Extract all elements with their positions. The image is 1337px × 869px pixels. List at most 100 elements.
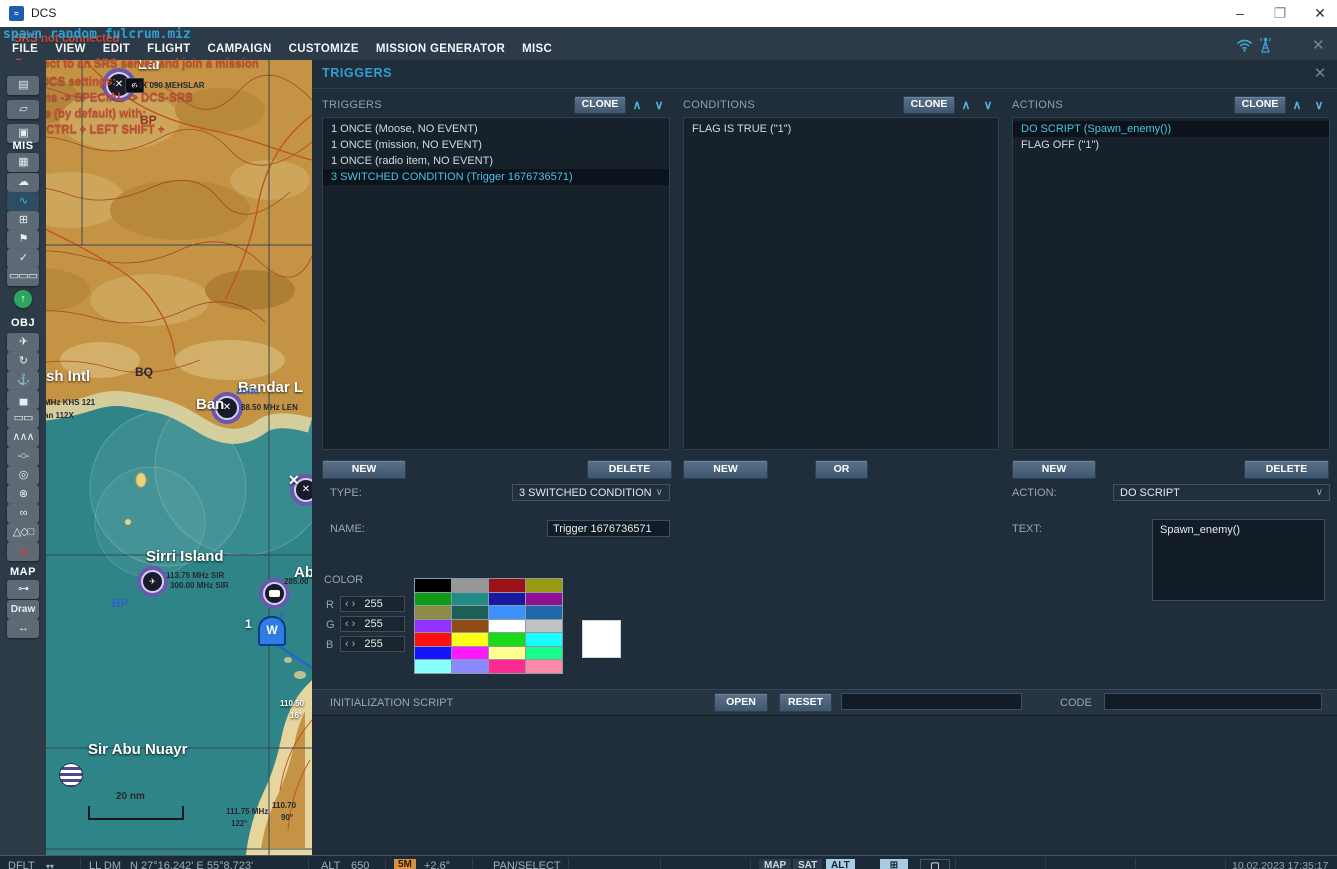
trigger-list-item[interactable]: 1 ONCE (Moose, NO EVENT) — [323, 121, 669, 137]
color-swatch[interactable] — [452, 660, 488, 673]
script-file-input[interactable] — [841, 693, 1022, 710]
linked-group-button[interactable]: ∞ — [7, 504, 39, 523]
menu-mission-generator[interactable]: MISSION GENERATOR — [376, 43, 505, 55]
layer-sat-button[interactable]: SAT — [793, 859, 822, 869]
color-swatch[interactable] — [452, 606, 488, 619]
green-value-stepper[interactable]: ‹ › 255 — [340, 616, 405, 632]
layer-frame-icon[interactable]: ▢ — [920, 859, 950, 869]
menu-flight[interactable]: FLIGHT — [147, 43, 190, 55]
trigger-list-item[interactable]: 1 ONCE (radio item, NO EVENT) — [323, 153, 669, 169]
trigger-type-dropdown[interactable]: 3 SWITCHED CONDITION ∨ — [512, 484, 670, 501]
sirri-airport-icon[interactable]: ✈ — [141, 570, 164, 593]
color-swatch[interactable] — [489, 606, 525, 619]
shapes-button[interactable]: △◇□ — [7, 523, 39, 542]
minimize-button[interactable]: – — [1220, 0, 1260, 27]
draw-button[interactable]: Draw — [7, 600, 39, 619]
exclusion-zone-button[interactable]: ⊗ — [7, 485, 39, 504]
airplane-button[interactable]: ✈ — [7, 333, 39, 352]
delete-object-button[interactable]: × — [7, 542, 39, 561]
mission-options-button[interactable]: ⊞ — [7, 211, 39, 230]
or-condition-button[interactable]: OR — [815, 460, 868, 479]
color-swatch[interactable] — [452, 579, 488, 592]
new-trigger-button[interactable]: NEW — [322, 460, 406, 479]
layer-alt-button[interactable]: ALT — [826, 859, 855, 869]
reset-script-button[interactable]: RESET — [779, 693, 832, 712]
color-swatch[interactable] — [415, 660, 451, 673]
menu-campaign[interactable]: CAMPAIGN — [207, 43, 271, 55]
goals-button[interactable]: ✓ — [7, 249, 39, 268]
trigger-name-input[interactable] — [547, 520, 670, 537]
color-swatch[interactable] — [415, 620, 451, 633]
code-input[interactable] — [1104, 693, 1322, 710]
action-type-dropdown[interactable]: DO SCRIPT ∨ — [1113, 484, 1330, 501]
trigger-zones-button[interactable]: ▭▭▭ — [7, 267, 39, 286]
conditions-list[interactable]: FLAG IS TRUE ("1") — [683, 117, 999, 450]
panel-close-icon[interactable]: ✕ — [1311, 64, 1329, 82]
toolbar-close-icon[interactable]: ✕ — [1312, 38, 1325, 53]
upload-button[interactable]: ↑ — [14, 290, 32, 308]
new-action-button[interactable]: NEW — [1012, 460, 1096, 479]
template-button[interactable]: ∧∧∧ — [7, 428, 39, 447]
layer-map-button[interactable]: MAP — [759, 859, 791, 869]
color-swatch[interactable] — [489, 620, 525, 633]
red-value-stepper[interactable]: ‹ › 255 — [340, 596, 405, 612]
ship-unit-icon[interactable] — [263, 582, 286, 605]
color-swatch[interactable] — [415, 633, 451, 646]
blue-value-stepper[interactable]: ‹ › 255 — [340, 636, 405, 652]
color-swatch[interactable] — [489, 593, 525, 606]
move-trigger-up-button[interactable]: ∧ — [626, 97, 648, 113]
move-trigger-down-button[interactable]: ∨ — [648, 97, 670, 113]
color-swatch[interactable] — [415, 606, 451, 619]
color-swatch[interactable] — [526, 593, 562, 606]
trigger-list-item[interactable]: 3 SWITCHED CONDITION (Trigger 1676736571… — [323, 169, 669, 185]
color-swatch[interactable] — [452, 593, 488, 606]
new-mission-button[interactable]: ▤ — [7, 76, 39, 95]
zone-button[interactable]: ◎ — [7, 466, 39, 485]
triggers-list[interactable]: 1 ONCE (Moose, NO EVENT)1 ONCE (mission,… — [322, 117, 670, 450]
color-swatch[interactable] — [489, 647, 525, 660]
menu-file[interactable]: FILE — [12, 43, 38, 55]
color-swatch[interactable] — [452, 647, 488, 660]
menu-customize[interactable]: CUSTOMIZE — [289, 43, 359, 55]
color-swatch[interactable] — [489, 633, 525, 646]
helicopter-button[interactable]: ↻ — [7, 352, 39, 371]
clone-trigger-button[interactable]: CLONE — [574, 96, 626, 114]
color-swatch[interactable] — [526, 620, 562, 633]
measure-button[interactable]: ↔ — [7, 619, 39, 638]
decrement-icon[interactable]: ‹ — [345, 637, 349, 651]
color-swatch[interactable] — [526, 660, 562, 673]
close-button[interactable]: ✕ — [1300, 0, 1337, 27]
maximize-button[interactable]: ❐ — [1260, 0, 1300, 27]
layer-grid-icon[interactable]: ⊞ — [880, 859, 908, 869]
action-list-item[interactable]: FLAG OFF ("1") — [1013, 137, 1329, 153]
ground-vehicle-button[interactable]: ▄ — [7, 390, 39, 409]
color-swatch[interactable] — [452, 633, 488, 646]
script-text-area[interactable]: Spawn_enemy() — [1152, 519, 1325, 601]
increment-icon[interactable]: › — [352, 617, 356, 631]
color-swatch[interactable] — [415, 579, 451, 592]
menu-edit[interactable]: EDIT — [103, 43, 130, 55]
delete-action-button[interactable]: DELETE — [1244, 460, 1329, 479]
menu-view[interactable]: VIEW — [55, 43, 86, 55]
open-script-button[interactable]: OPEN — [714, 693, 768, 712]
actions-list[interactable]: DO SCRIPT (Spawn_enemy())FLAG OFF ("1") — [1012, 117, 1330, 450]
triggers-button[interactable]: ∿ — [7, 192, 39, 211]
static-object-button[interactable]: ▭▭ — [7, 409, 39, 428]
color-swatch[interactable] — [526, 579, 562, 592]
color-swatch[interactable] — [526, 633, 562, 646]
map-canvas[interactable]: ✕ ⊕ ✕ ✕ ✕ ✈ W Lar24X 090 MEHSLARBPBQsh I… — [0, 60, 312, 855]
map-key-button[interactable]: ⊶ — [7, 580, 39, 599]
status-mode[interactable]: DFLT — [8, 860, 35, 869]
weather-button[interactable]: ☁ — [7, 173, 39, 192]
color-swatch[interactable] — [452, 620, 488, 633]
flags-button[interactable]: ⚑ — [7, 230, 39, 249]
color-swatch[interactable] — [526, 647, 562, 660]
increment-icon[interactable]: › — [352, 597, 356, 611]
coord-format[interactable]: LL DM — [89, 860, 121, 869]
move-action-down-button[interactable]: ∨ — [1308, 97, 1330, 113]
condition-list-item[interactable]: FLAG IS TRUE ("1") — [684, 121, 998, 137]
move-condition-down-button[interactable]: ∨ — [977, 97, 999, 113]
delete-trigger-button[interactable]: DELETE — [587, 460, 672, 479]
move-action-up-button[interactable]: ∧ — [1286, 97, 1308, 113]
decrement-icon[interactable]: ‹ — [345, 617, 349, 631]
